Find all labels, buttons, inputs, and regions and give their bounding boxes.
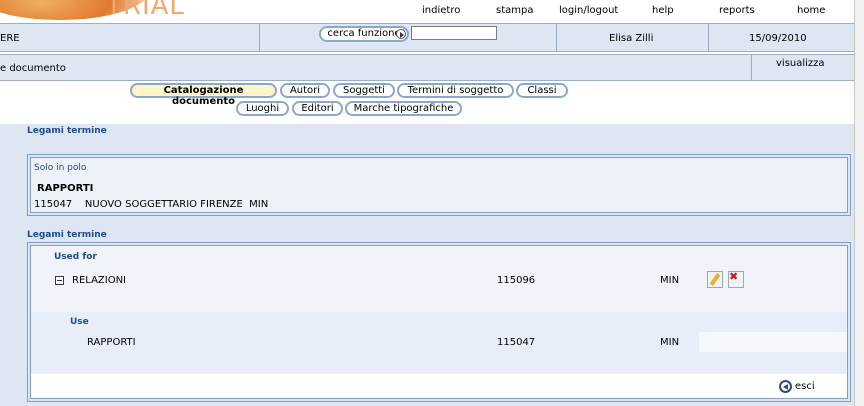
- scope-label: Solo in polo: [34, 163, 87, 173]
- collapse-icon[interactable]: [55, 276, 64, 285]
- section1-box: Solo in polo RAPPORTI 115047 NUOVO SOGGE…: [27, 154, 851, 216]
- esci-button[interactable]: esci: [779, 380, 839, 396]
- user-name: Elisa Zilli: [609, 33, 654, 44]
- top-menu: indietro stampa login/logout help report…: [0, 5, 864, 19]
- section-label: ERE: [0, 33, 20, 44]
- term-detail: 115047 NUOVO SOGGETTARIO FIRENZE MIN: [34, 199, 269, 210]
- esci-label: esci: [795, 381, 815, 392]
- header-cell-section: ERE: [0, 24, 260, 51]
- section2-title: Legami termine: [27, 230, 107, 240]
- header-cell-date: 15/09/2010: [709, 24, 854, 51]
- menu-help[interactable]: help: [652, 5, 674, 16]
- used-for-level: MIN: [660, 275, 680, 286]
- used-for-label: Used for: [54, 252, 97, 262]
- current-date: 15/09/2010: [749, 33, 807, 44]
- use-label: Use: [70, 317, 89, 327]
- use-term: RAPPORTI: [87, 337, 136, 348]
- context-bar: e documento visualizza: [0, 54, 854, 81]
- section2-inner: Used for RELAZIONI 115096 MIN Use RAPPOR…: [30, 245, 848, 399]
- tab-marche-tipografiche[interactable]: Marche tipografiche: [345, 101, 462, 116]
- menu-indietro[interactable]: indietro: [422, 5, 460, 16]
- term-title: RAPPORTI: [37, 183, 94, 194]
- visualizza-link[interactable]: visualizza: [776, 58, 825, 69]
- menu-reports[interactable]: reports: [719, 5, 755, 16]
- menu-stampa[interactable]: stampa: [496, 5, 533, 16]
- vertical-scrollbar[interactable]: [854, 0, 864, 406]
- edit-icon[interactable]: [707, 271, 723, 288]
- header-bar: ERE cerca funzione Elisa Zilli 15/09/201…: [0, 23, 854, 52]
- tab-editori[interactable]: Editori: [292, 101, 343, 116]
- use-actions-cell: [699, 332, 847, 352]
- used-for-id: 115096: [497, 275, 536, 286]
- back-arrow-icon: [779, 380, 792, 393]
- tab-catalogazione-documento[interactable]: Catalogazione documento: [130, 83, 277, 107]
- used-for-block: Used for RELAZIONI 115096 MIN: [31, 246, 847, 312]
- section2-box: Used for RELAZIONI 115096 MIN Use RAPPOR…: [27, 242, 851, 402]
- menu-login-logout[interactable]: login/logout: [559, 5, 618, 16]
- cerca-funzione-button[interactable]: cerca funzione: [319, 26, 409, 42]
- tab-soggetti[interactable]: Soggetti: [333, 83, 395, 98]
- header-cell-search: cerca funzione: [260, 24, 557, 51]
- header-cell-user: Elisa Zilli: [557, 24, 709, 51]
- tab-autori[interactable]: Autori: [280, 83, 330, 98]
- section1-inner: Solo in polo RAPPORTI 115047 NUOVO SOGGE…: [30, 157, 848, 213]
- tab-luoghi[interactable]: Luoghi: [236, 101, 289, 116]
- tab-termini-di-soggetto[interactable]: Termini di soggetto: [397, 83, 514, 98]
- use-level: MIN: [660, 337, 680, 348]
- cerca-funzione-label: cerca funzione: [327, 28, 401, 39]
- context-label: e documento: [0, 63, 66, 74]
- context-divider: [751, 55, 752, 80]
- use-block: Use RAPPORTI 115047 MIN: [31, 312, 847, 374]
- arrow-right-icon: [396, 29, 406, 39]
- use-id: 115047: [497, 337, 536, 348]
- section1-title: Legami termine: [27, 126, 107, 136]
- used-for-term: RELAZIONI: [72, 275, 127, 286]
- cerca-funzione-input[interactable]: [411, 26, 497, 40]
- menu-home[interactable]: home: [797, 5, 825, 16]
- delete-icon[interactable]: [728, 270, 744, 288]
- tab-classi[interactable]: Classi: [516, 83, 568, 98]
